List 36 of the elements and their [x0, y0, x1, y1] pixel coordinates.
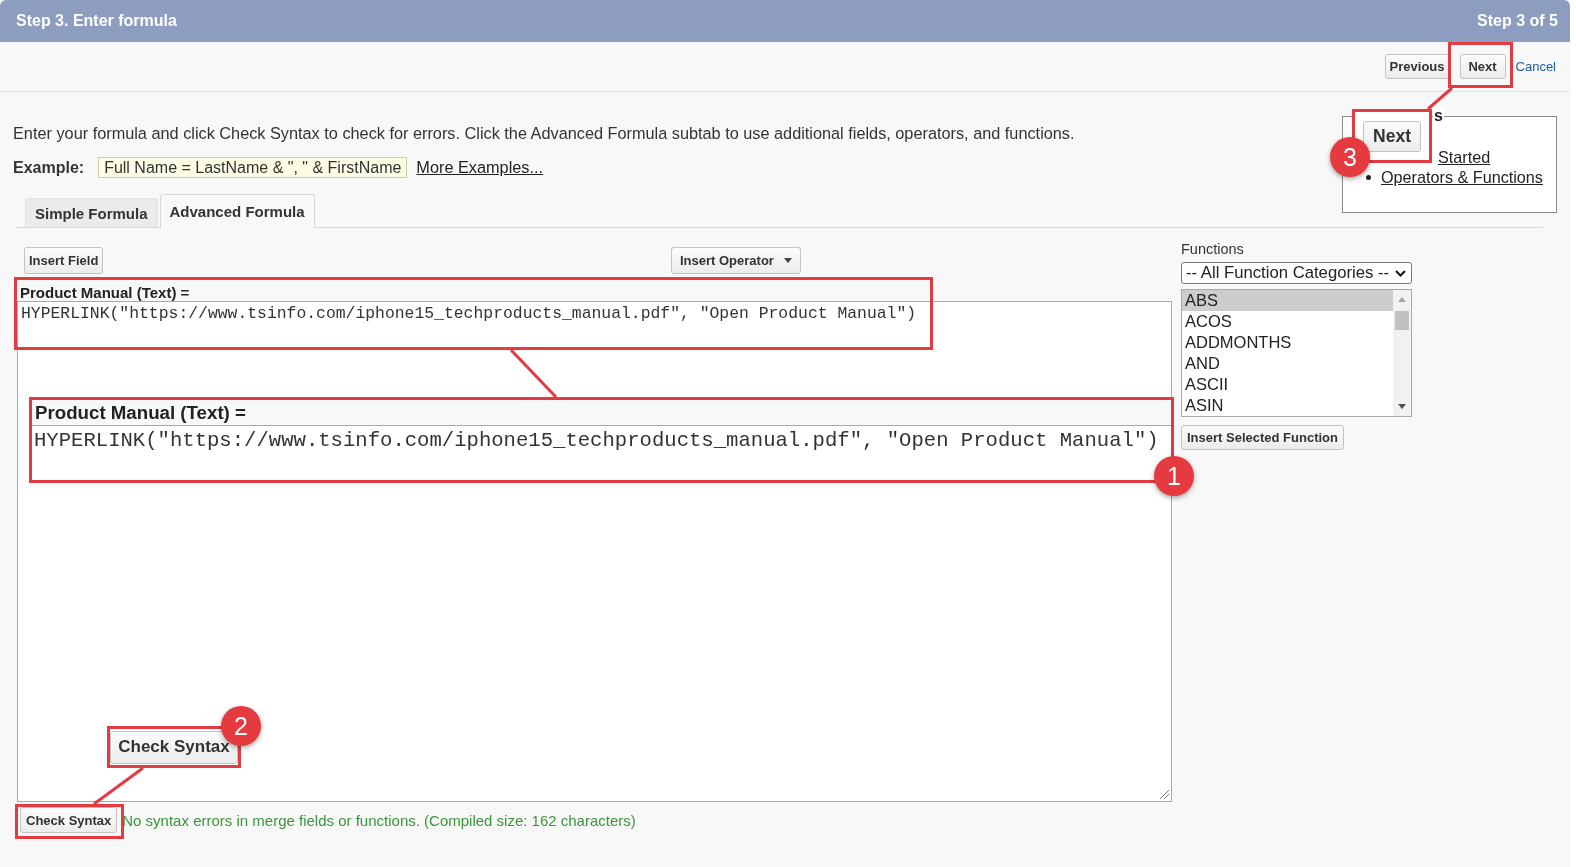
- instructions-text: Enter your formula and click Check Syntax to check for errors. Click the Advanced Formula subtab to use additional fields, operators, and functions.: [13, 124, 1076, 142]
- example-label: Example:: [13, 158, 85, 177]
- caret-icon: [783, 258, 792, 263]
- cancel-link[interactable]: Cancel: [1515, 59, 1556, 74]
- page-title: Step 3. Enter formula: [16, 12, 177, 30]
- field-label: Product Manual (Text) =: [32, 400, 1171, 425]
- scrollbar-icon: [1393, 290, 1411, 416]
- help-link[interactable]: Started: [1438, 147, 1491, 167]
- callout-number: 3: [1330, 137, 1370, 177]
- next-button[interactable]: Next: [1363, 120, 1421, 152]
- field-label: Product Manual (Text) =: [19, 285, 191, 301]
- help-link[interactable]: Operators & Functions: [1381, 167, 1543, 187]
- tab[interactable]: Simple Formula: [25, 198, 158, 227]
- function-option[interactable]: ABS: [1182, 290, 1393, 311]
- function-list[interactable]: ABS ACOS ADDMONTHS AND ASCII ASIN: [1181, 289, 1412, 417]
- resize-grip-icon: [1159, 789, 1169, 799]
- insert-operator-button[interactable]: Insert Operator: [671, 247, 801, 274]
- previous-button[interactable]: Previous: [1384, 54, 1450, 79]
- example-formula: Full Name = LastName & ", " & FirstName: [98, 157, 408, 178]
- function-option[interactable]: ASIN: [1182, 395, 1393, 416]
- function-option[interactable]: ASCII: [1182, 374, 1393, 395]
- insert-field-button[interactable]: Insert Field: [24, 247, 104, 274]
- next-button[interactable]: Next: [1459, 54, 1506, 79]
- function-option[interactable]: ACOS: [1182, 311, 1393, 332]
- function-option[interactable]: ADDMONTHS: [1182, 332, 1393, 353]
- chevron-icon: [1395, 269, 1406, 277]
- tab[interactable]: Advanced Formula: [159, 194, 315, 228]
- category-select[interactable]: -- All Function Categories --: [1181, 262, 1412, 284]
- callout-number: 1: [1154, 456, 1194, 496]
- step-indicator: Step 3 of 5: [1477, 12, 1558, 30]
- insert-function-button[interactable]: Insert Selected Function: [1181, 425, 1344, 450]
- highlight-frame: [1448, 42, 1513, 88]
- check-syntax-button[interactable]: Check Syntax: [20, 807, 118, 833]
- function-option[interactable]: AND: [1182, 353, 1393, 374]
- more-examples-link[interactable]: More Examples...: [416, 158, 544, 177]
- functions-label: Functions: [1181, 241, 1244, 257]
